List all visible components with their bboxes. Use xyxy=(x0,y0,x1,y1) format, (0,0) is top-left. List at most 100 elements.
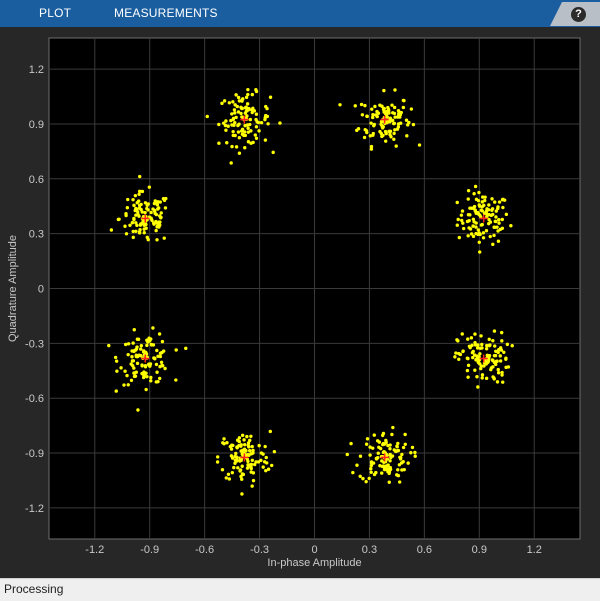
symbol-point xyxy=(380,464,385,469)
symbol-point xyxy=(237,99,242,103)
symbol-point xyxy=(466,363,471,368)
tab-measurements[interactable]: MEASUREMENTS xyxy=(114,0,218,27)
symbol-point xyxy=(383,129,388,134)
symbol-point xyxy=(145,374,149,379)
symbol-point xyxy=(488,343,492,347)
symbol-point xyxy=(504,212,509,217)
symbol-point xyxy=(109,228,114,232)
symbol-point xyxy=(130,221,135,225)
symbol-point xyxy=(250,110,254,115)
symbol-point xyxy=(479,334,483,338)
symbol-point xyxy=(107,343,111,348)
symbol-point xyxy=(504,357,508,361)
symbol-point xyxy=(132,348,137,353)
symbol-point xyxy=(457,357,461,362)
x-tick-label: 0.6 xyxy=(417,544,432,556)
symbol-point xyxy=(132,216,136,221)
symbol-point xyxy=(157,376,162,381)
symbol-point xyxy=(241,97,245,101)
symbol-point xyxy=(388,459,392,463)
symbol-point xyxy=(473,332,477,336)
symbol-point xyxy=(461,226,466,231)
symbol-point xyxy=(487,203,491,207)
symbol-point xyxy=(139,202,143,207)
symbol-point xyxy=(232,123,236,127)
symbol-point xyxy=(395,473,399,477)
symbol-point xyxy=(149,379,153,383)
y-tick-label: -0.3 xyxy=(25,338,44,350)
symbol-point xyxy=(473,368,477,372)
symbol-point xyxy=(465,368,470,373)
symbol-point xyxy=(266,122,270,126)
symbol-point xyxy=(495,225,499,229)
symbol-point xyxy=(126,197,130,202)
symbol-point xyxy=(122,383,126,387)
symbol-point xyxy=(364,442,369,446)
symbol-point xyxy=(388,443,392,447)
x-tick-label: 0.9 xyxy=(472,544,487,556)
symbol-point xyxy=(143,210,147,215)
y-axis-label: Quadrature Amplitude xyxy=(7,235,19,342)
symbol-point xyxy=(126,342,131,346)
symbol-point xyxy=(242,442,247,447)
symbol-point xyxy=(488,234,492,239)
symbol-point xyxy=(246,130,251,134)
symbol-point xyxy=(234,93,238,97)
symbol-point xyxy=(406,461,410,465)
symbol-point xyxy=(355,463,359,467)
symbol-point xyxy=(480,342,484,347)
symbol-point xyxy=(231,133,235,138)
symbol-point xyxy=(480,373,485,377)
symbol-point xyxy=(154,362,159,367)
symbol-point xyxy=(406,123,410,127)
symbol-point xyxy=(387,470,392,474)
symbol-point xyxy=(467,226,471,230)
symbol-point xyxy=(237,135,242,140)
symbol-point xyxy=(477,190,481,195)
symbol-point xyxy=(474,225,478,229)
symbol-point xyxy=(396,125,401,129)
symbol-point xyxy=(372,433,376,437)
symbol-point xyxy=(124,211,128,216)
help-icon[interactable]: ? xyxy=(571,7,586,22)
symbol-point xyxy=(486,358,491,363)
symbol-point xyxy=(154,212,159,217)
y-tick-label: -1.2 xyxy=(25,503,44,515)
symbol-point xyxy=(262,460,267,464)
symbol-point xyxy=(338,103,342,107)
symbol-point xyxy=(220,101,224,106)
symbol-point xyxy=(393,115,397,119)
symbol-point xyxy=(473,184,478,189)
symbol-point xyxy=(395,445,399,449)
symbol-point xyxy=(233,111,237,115)
symbol-point xyxy=(411,122,416,127)
symbol-point xyxy=(477,203,481,207)
symbol-point xyxy=(460,218,464,223)
symbol-point xyxy=(245,466,250,470)
symbol-point xyxy=(232,465,236,470)
symbol-point xyxy=(497,221,501,225)
symbol-point xyxy=(397,480,402,484)
symbol-point xyxy=(389,135,393,139)
symbol-point xyxy=(478,232,482,237)
y-tick-label: 0.6 xyxy=(29,174,44,186)
symbol-point xyxy=(492,377,496,381)
symbol-point xyxy=(387,480,391,484)
symbol-point xyxy=(470,206,474,210)
tab-plot[interactable]: PLOT xyxy=(39,0,71,27)
symbol-point xyxy=(368,453,372,457)
symbol-point xyxy=(492,353,497,358)
symbol-point xyxy=(499,348,504,352)
symbol-point xyxy=(369,147,374,151)
symbol-point xyxy=(398,457,403,461)
symbol-point xyxy=(137,192,141,196)
symbol-point xyxy=(374,113,378,117)
symbol-point xyxy=(140,363,144,367)
symbol-point xyxy=(125,373,129,378)
symbol-point xyxy=(492,329,497,333)
symbol-point xyxy=(250,444,254,449)
symbol-point xyxy=(157,332,162,336)
symbol-point xyxy=(471,217,476,221)
symbol-point xyxy=(358,474,362,478)
symbol-point xyxy=(393,128,397,132)
